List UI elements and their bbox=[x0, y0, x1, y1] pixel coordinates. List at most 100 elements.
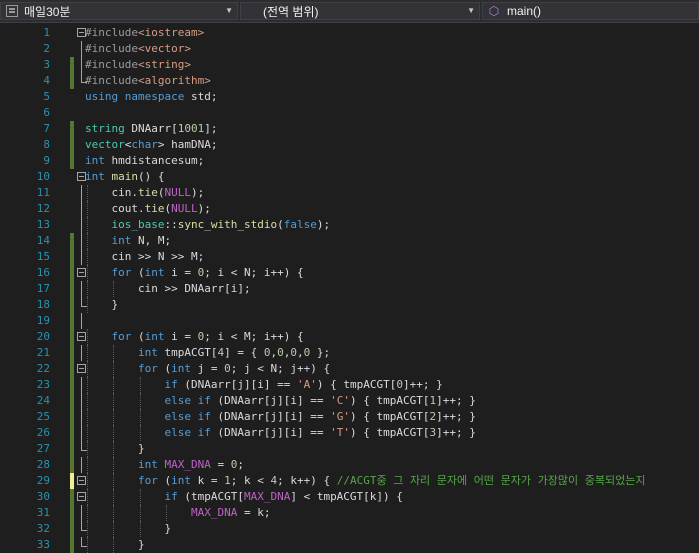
code-token-func: main bbox=[111, 170, 139, 183]
code-token-pp: #include bbox=[85, 58, 138, 71]
code-editor[interactable]: 1 #include<iostream> 2 #include<vector> 3 #in… bbox=[0, 23, 699, 553]
code-line[interactable]: 30 if (tmpACGT[MAX_DNA] < tmpACGT[k]) { bbox=[0, 489, 699, 505]
code-line[interactable]: 29 for (int k = 1; k < 4; k++) { //ACGT중… bbox=[0, 473, 699, 489]
code-token-plain: . bbox=[131, 186, 138, 199]
line-number: 31 bbox=[36, 506, 50, 519]
code-line[interactable]: 33 } bbox=[0, 537, 699, 553]
saved-change-marker bbox=[70, 345, 74, 361]
line-number: 27 bbox=[36, 442, 50, 455]
code-line[interactable]: 28 int MAX_DNA = 0; bbox=[0, 457, 699, 473]
code-line[interactable]: 23 if (DNAarr[j][i] == 'A') { tmpACGT[0]… bbox=[0, 377, 699, 393]
code-line[interactable]: 25 else if (DNAarr[j][i] == 'G') { tmpAC… bbox=[0, 409, 699, 425]
line-number: 25 bbox=[36, 410, 50, 423]
code-token-plain: ; i < M; i++) { bbox=[204, 330, 304, 343]
code-token-kw: if bbox=[197, 394, 211, 407]
outline-line bbox=[81, 201, 82, 217]
code-token-plain: ; j < N; j++) { bbox=[230, 362, 331, 375]
code-token-macro: NULL bbox=[164, 186, 192, 199]
code-line[interactable]: 15 cin >> N >> M; bbox=[0, 249, 699, 265]
code-line[interactable]: 10 int main() { bbox=[0, 169, 699, 185]
code-line[interactable]: 7 string DNAarr[1001]; bbox=[0, 121, 699, 137]
code-token-kw: for bbox=[137, 362, 158, 375]
code-token-plain: (tmpACGT[ bbox=[177, 490, 244, 503]
code-line[interactable]: 4 #include<algorithm> bbox=[0, 73, 699, 89]
code-text: for (int j = 0; j < N; j++) { bbox=[85, 361, 330, 377]
code-token-kw: for bbox=[111, 330, 132, 343]
code-token-plain: [ bbox=[171, 122, 178, 135]
code-token-macro: MAX_DNA bbox=[164, 458, 211, 471]
code-token-kw: else bbox=[164, 394, 191, 407]
code-text: int tmpACGT[4] = { 0,0,0,0 }; bbox=[85, 345, 330, 361]
outline-line bbox=[81, 249, 82, 265]
code-line[interactable]: 11 cin.tie(NULL); bbox=[0, 185, 699, 201]
code-token-kw: false bbox=[283, 218, 317, 231]
code-line[interactable]: 19 bbox=[0, 313, 699, 329]
code-token-num: 1 bbox=[224, 474, 231, 487]
code-token-plain: ); bbox=[191, 186, 205, 199]
project-dropdown[interactable]: 매일30분 ▼ bbox=[0, 2, 238, 20]
line-number: 26 bbox=[36, 426, 50, 439]
code-line[interactable]: 14 int N, M; bbox=[0, 233, 699, 249]
code-line[interactable]: 5 using namespace std; bbox=[0, 89, 699, 105]
code-line[interactable]: 18 } bbox=[0, 297, 699, 313]
code-line[interactable]: 27 } bbox=[0, 441, 699, 457]
code-token-plain: ( bbox=[210, 426, 225, 439]
saved-change-marker bbox=[70, 457, 74, 473]
code-token-kw: if bbox=[197, 410, 211, 423]
code-line[interactable]: 26 else if (DNAarr[j][i] == 'T') { tmpAC… bbox=[0, 425, 699, 441]
saved-change-marker bbox=[70, 281, 74, 297]
saved-change-marker bbox=[70, 265, 74, 281]
code-token-kw: int bbox=[144, 330, 165, 343]
line-number: 5 bbox=[43, 90, 50, 103]
saved-change-marker bbox=[70, 505, 74, 521]
line-number: 2 bbox=[43, 42, 50, 55]
line-number: 7 bbox=[43, 122, 50, 135]
code-text: string DNAarr[1001]; bbox=[85, 121, 218, 137]
code-line[interactable]: 9 int hmdistancesum; bbox=[0, 153, 699, 169]
saved-change-marker bbox=[70, 233, 74, 249]
code-line[interactable]: 12 cout.tie(NULL); bbox=[0, 201, 699, 217]
code-token-var: cout bbox=[111, 202, 139, 215]
code-line[interactable]: 13 ios_base::sync_with_stdio(false); bbox=[0, 217, 699, 233]
code-text: cin >> DNAarr[i]; bbox=[85, 281, 251, 297]
code-token-plain: [j][i] == bbox=[263, 410, 331, 423]
code-line[interactable]: 1 #include<iostream> bbox=[0, 25, 699, 41]
outline-line bbox=[81, 393, 82, 409]
code-token-num: 0 bbox=[224, 362, 231, 375]
code-line[interactable]: 8 vector<char> hamDNA; bbox=[0, 137, 699, 153]
code-line[interactable]: 24 else if (DNAarr[j][i] == 'C') { tmpAC… bbox=[0, 393, 699, 409]
saved-change-marker bbox=[70, 393, 74, 409]
code-line[interactable]: 20 for (int i = 0; i < M; i++) { bbox=[0, 329, 699, 345]
code-text: } bbox=[85, 297, 118, 313]
code-token-var: DNAarr bbox=[190, 378, 231, 391]
code-token-num: 0 bbox=[290, 346, 297, 359]
scope-dropdown[interactable]: (전역 범위) ▼ bbox=[240, 2, 480, 20]
code-token-plain: >> N >> M; bbox=[131, 250, 205, 263]
code-token-macro: MAX_DNA bbox=[243, 490, 291, 503]
code-line[interactable]: 17 cin >> DNAarr[i]; bbox=[0, 281, 699, 297]
code-line[interactable]: 31 MAX_DNA = k; bbox=[0, 505, 699, 521]
code-line[interactable]: 2 #include<vector> bbox=[0, 41, 699, 57]
code-text: ios_base::sync_with_stdio(false); bbox=[85, 217, 331, 233]
code-line[interactable]: 16 for (int i = 0; i < N; i++) { bbox=[0, 265, 699, 281]
code-line[interactable]: 21 int tmpACGT[4] = { 0,0,0,0 }; bbox=[0, 345, 699, 361]
saved-change-marker bbox=[70, 489, 74, 505]
member-dropdown[interactable]: ⬡ main() bbox=[482, 2, 699, 20]
code-token-plain: ) { tmpACGT[ bbox=[349, 394, 430, 407]
saved-change-marker bbox=[70, 377, 74, 393]
code-line[interactable]: 22 for (int j = 0; j < N; j++) { bbox=[0, 361, 699, 377]
code-token-kw: if bbox=[164, 490, 178, 503]
code-token-pp: #include bbox=[85, 26, 138, 39]
code-line[interactable]: 3 #include<string> bbox=[0, 57, 699, 73]
code-line[interactable]: 32 } bbox=[0, 521, 699, 537]
code-line[interactable]: 6 bbox=[0, 105, 699, 121]
line-number: 6 bbox=[43, 106, 50, 119]
line-number: 18 bbox=[36, 298, 50, 311]
code-text: #include<string> bbox=[85, 57, 191, 73]
code-token-kw: int bbox=[85, 170, 105, 183]
